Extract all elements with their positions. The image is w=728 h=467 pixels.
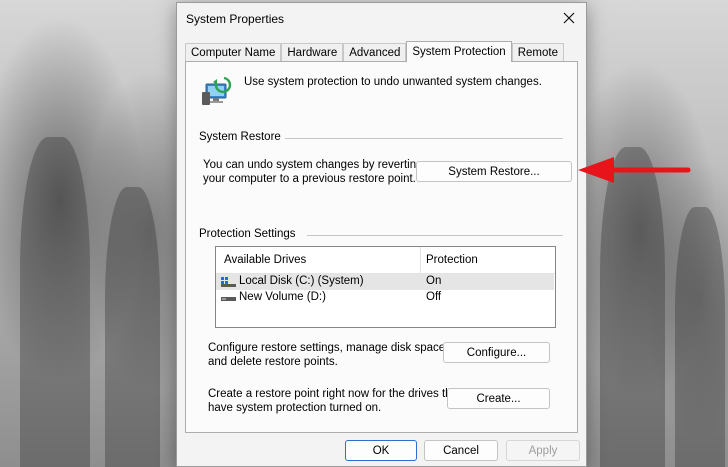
background-tree bbox=[675, 207, 725, 467]
drive-icon bbox=[221, 297, 236, 301]
drives-list[interactable]: Available Drives Protection Local Disk (… bbox=[215, 246, 556, 328]
description-line: your computer to a previous restore poin… bbox=[203, 173, 416, 185]
tab-strip: Computer Name Hardware Advanced System P… bbox=[185, 41, 564, 62]
group-divider bbox=[285, 138, 563, 139]
column-header-protection[interactable]: Protection bbox=[426, 254, 478, 266]
configure-description: Configure restore settings, manage disk … bbox=[208, 341, 448, 369]
tab-hardware[interactable]: Hardware bbox=[281, 43, 344, 62]
system-protection-panel: Use system protection to undo unwanted s… bbox=[185, 61, 578, 433]
system-restore-group-label: System Restore bbox=[199, 131, 281, 143]
background-tree bbox=[20, 137, 90, 467]
description-line: have system protection turned on. bbox=[208, 402, 382, 414]
red-arrow-annotation bbox=[578, 157, 691, 183]
drive-name: Local Disk (C:) (System) bbox=[239, 275, 364, 287]
system-drive-icon bbox=[221, 277, 236, 287]
intro-text: Use system protection to undo unwanted s… bbox=[244, 76, 542, 88]
close-icon bbox=[563, 12, 575, 24]
title-bar[interactable]: System Properties bbox=[177, 3, 586, 37]
ok-button[interactable]: OK bbox=[345, 440, 417, 461]
group-divider bbox=[307, 235, 563, 236]
column-header-available-drives[interactable]: Available Drives bbox=[224, 254, 306, 266]
tab-computer-name[interactable]: Computer Name bbox=[185, 43, 282, 62]
drive-protection-status: Off bbox=[426, 291, 442, 303]
description-line: and delete restore points. bbox=[208, 356, 338, 368]
protection-settings-group-label: Protection Settings bbox=[199, 228, 296, 240]
description-line: You can undo system changes by reverting bbox=[203, 159, 423, 171]
tab-remote[interactable]: Remote bbox=[511, 43, 564, 62]
cancel-button[interactable]: Cancel bbox=[424, 440, 498, 461]
create-button[interactable]: Create... bbox=[447, 388, 550, 409]
drives-list-header: Available Drives Protection bbox=[216, 247, 555, 274]
tab-system-protection[interactable]: System Protection bbox=[406, 41, 512, 62]
drive-row[interactable]: New Volume (D:) Off bbox=[216, 290, 554, 306]
close-button[interactable] bbox=[552, 3, 586, 33]
apply-button[interactable]: Apply bbox=[506, 440, 580, 461]
background-tree bbox=[105, 187, 160, 467]
drive-name: New Volume (D:) bbox=[239, 291, 326, 303]
drive-protection-status: On bbox=[426, 275, 442, 287]
configure-button[interactable]: Configure... bbox=[443, 342, 550, 363]
background-tree bbox=[600, 147, 665, 467]
system-restore-description: You can undo system changes by reverting… bbox=[203, 158, 423, 186]
window-title: System Properties bbox=[186, 12, 285, 26]
create-description: Create a restore point right now for the… bbox=[208, 387, 461, 415]
column-separator[interactable] bbox=[420, 247, 421, 274]
description-line: Configure restore settings, manage disk … bbox=[208, 342, 449, 354]
system-properties-dialog: System Properties Computer Name Hardware… bbox=[176, 2, 587, 467]
drive-row[interactable]: Local Disk (C:) (System) On bbox=[216, 274, 554, 290]
system-restore-button[interactable]: System Restore... bbox=[416, 161, 572, 182]
tab-advanced[interactable]: Advanced bbox=[343, 43, 407, 62]
system-protection-icon bbox=[202, 76, 232, 105]
description-line: Create a restore point right now for the… bbox=[208, 388, 462, 400]
